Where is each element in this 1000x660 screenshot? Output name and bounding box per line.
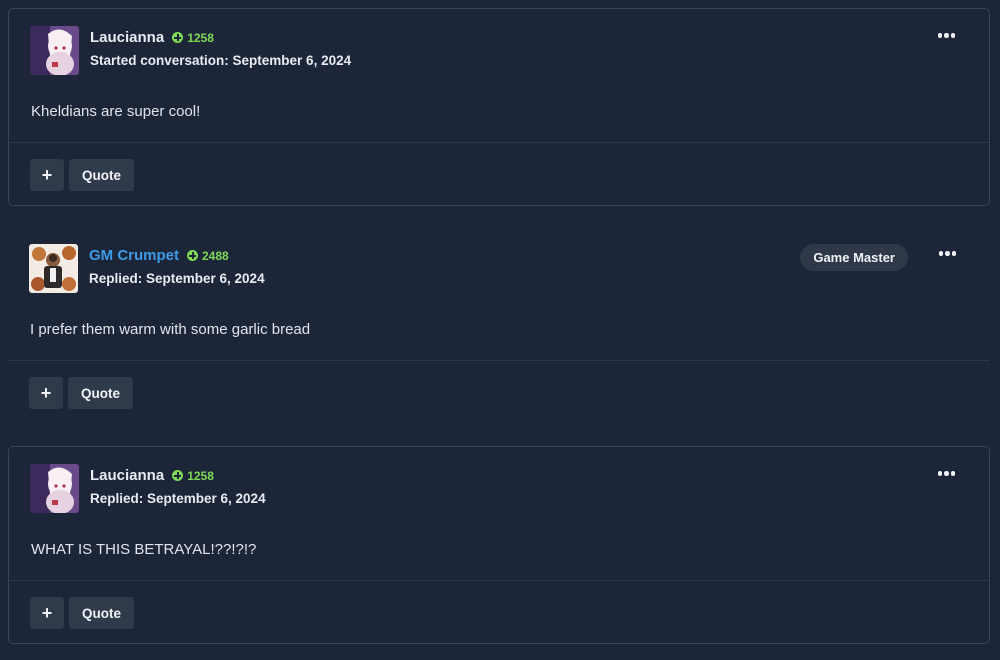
author-name[interactable]: Laucianna xyxy=(90,29,164,46)
post-footer: + Quote xyxy=(9,143,989,207)
post-footer: + Quote xyxy=(9,581,989,645)
avatar[interactable] xyxy=(30,464,79,513)
post-meta: Started conversation: September 6, 2024 xyxy=(90,53,352,68)
quote-button[interactable]: Quote xyxy=(68,377,133,409)
avatar[interactable] xyxy=(29,244,78,293)
author-line: Laucianna 1258 xyxy=(90,29,214,46)
add-reaction-button[interactable]: + xyxy=(29,377,63,409)
reputation-badge[interactable]: 1258 xyxy=(172,31,214,45)
post: GM Crumpet 2488 Replied: September 6, 20… xyxy=(8,227,990,425)
quote-button[interactable]: Quote xyxy=(69,597,134,629)
plus-circle-icon xyxy=(172,470,184,481)
more-options-icon[interactable] xyxy=(937,471,955,476)
post-header: Laucianna 1258 Replied: September 6, 202… xyxy=(9,447,989,517)
post-header: GM Crumpet 2488 Replied: September 6, 20… xyxy=(8,227,990,297)
post: Laucianna 1258 Replied: September 6, 202… xyxy=(8,446,990,644)
add-reaction-button[interactable]: + xyxy=(30,159,64,191)
more-options-icon[interactable] xyxy=(937,33,955,38)
author-line: Laucianna 1258 xyxy=(90,467,214,484)
post-footer: + Quote xyxy=(8,361,990,425)
plus-circle-icon xyxy=(187,250,198,261)
author-name[interactable]: Laucianna xyxy=(90,467,164,484)
reputation-value: 1258 xyxy=(187,30,214,45)
post: Laucianna 1258 Started conversation: Sep… xyxy=(8,8,990,206)
post-content: I prefer them warm with some garlic brea… xyxy=(30,321,311,338)
reputation-value: 1258 xyxy=(187,468,214,483)
plus-circle-icon xyxy=(172,32,184,43)
add-reaction-button[interactable]: + xyxy=(30,597,64,629)
avatar[interactable] xyxy=(30,26,79,75)
more-options-icon[interactable] xyxy=(938,251,956,256)
reputation-value: 2488 xyxy=(202,248,229,263)
reputation-badge[interactable]: 2488 xyxy=(187,249,229,263)
post-meta: Replied: September 6, 2024 xyxy=(90,491,266,506)
reputation-badge[interactable]: 1258 xyxy=(172,469,214,483)
post-header: Laucianna 1258 Started conversation: Sep… xyxy=(9,9,989,79)
author-name[interactable]: GM Crumpet xyxy=(89,247,179,264)
quote-button[interactable]: Quote xyxy=(69,159,134,191)
post-content: WHAT IS THIS BETRAYAL!??!?!? xyxy=(31,541,257,558)
author-line: GM Crumpet 2488 xyxy=(89,247,229,264)
role-badge: Game Master xyxy=(800,244,908,271)
post-meta: Replied: September 6, 2024 xyxy=(89,271,265,286)
post-content: Kheldians are super cool! xyxy=(31,103,201,120)
